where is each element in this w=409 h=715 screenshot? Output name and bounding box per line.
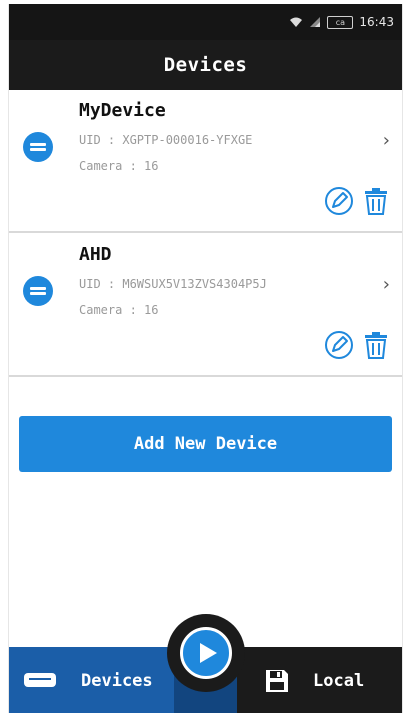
device-card[interactable]: AHD UID : M6WSUX5V13ZVS4304P5J Camera : … <box>9 234 402 377</box>
dvr-icon <box>23 132 53 162</box>
chevron-right-icon[interactable]: › <box>383 130 390 151</box>
device-name: AHD <box>79 244 112 265</box>
tab-label: Local <box>313 671 365 691</box>
save-icon <box>266 670 288 692</box>
status-bar: ca 16:43 <box>9 4 402 40</box>
play-button[interactable] <box>180 627 232 679</box>
battery-icon: ca <box>327 15 354 29</box>
play-icon <box>200 643 217 663</box>
add-new-device-button[interactable]: Add New Device <box>19 416 392 472</box>
tab-label: Devices <box>81 671 153 691</box>
tab-devices[interactable]: Devices <box>9 647 174 713</box>
chevron-right-icon[interactable]: › <box>383 274 390 295</box>
trash-icon[interactable] <box>362 330 390 360</box>
device-camera-count: Camera : 16 <box>79 303 159 317</box>
trash-icon[interactable] <box>362 186 390 216</box>
device-camera-count: Camera : 16 <box>79 159 159 173</box>
device-card[interactable]: MyDevice UID : XGPTP-000016-YFXGE Camera… <box>9 90 402 233</box>
dvr-icon <box>23 276 53 306</box>
edit-icon[interactable] <box>324 186 354 216</box>
edit-icon[interactable] <box>324 330 354 360</box>
app-screen: ca 16:43 Devices MyDevice UID : XGPTP-00… <box>8 4 403 713</box>
status-time: 16:43 <box>359 15 394 29</box>
device-name: MyDevice <box>79 100 166 121</box>
app-header: Devices <box>9 40 402 90</box>
dvr-icon <box>24 673 56 687</box>
page-title: Devices <box>163 54 248 76</box>
wifi-icon <box>290 17 303 27</box>
device-uid: UID : XGPTP-000016-YFXGE <box>79 133 253 147</box>
tab-local[interactable]: Local <box>237 647 402 713</box>
signal-icon <box>310 17 321 27</box>
device-uid: UID : M6WSUX5V13ZVS4304P5J <box>79 277 267 291</box>
